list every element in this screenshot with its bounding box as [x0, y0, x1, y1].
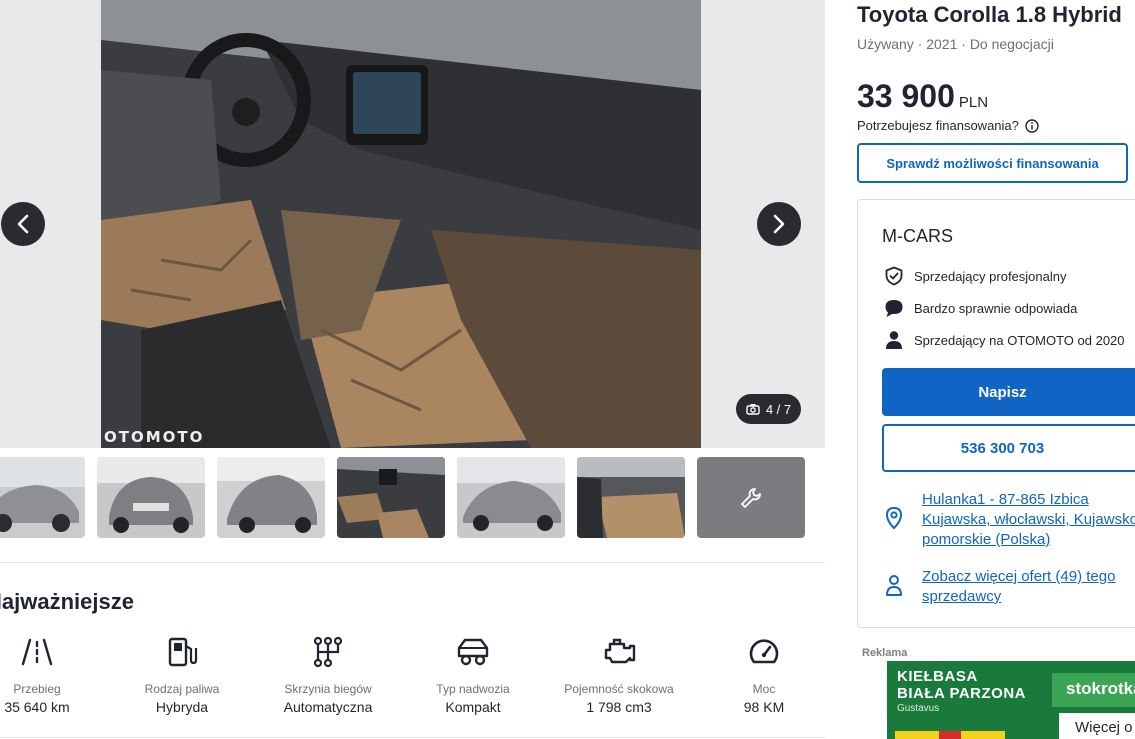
listing-subtitle: Używany · 2021 · Do negocjacji	[857, 36, 1054, 52]
check-financing-button[interactable]: Sprawdź możliwości finansowania	[857, 143, 1128, 183]
seller-location-link[interactable]: Hulanka1 - 87-865 Izbica Kujawska, włocł…	[922, 490, 1135, 550]
location-pin-icon	[885, 506, 903, 530]
seller-badge-text: Sprzedający na OTOMOTO od 2020	[914, 332, 1125, 348]
gauge-icon	[749, 639, 779, 664]
seller-name: M-CARS	[882, 226, 953, 246]
show-phone-button[interactable]: 536 300 703	[882, 424, 1135, 472]
next-photo-button[interactable]	[757, 202, 801, 246]
ad-headline-line2: BIAŁA PARZONA	[897, 685, 1026, 702]
ad-label: Reklama	[862, 647, 908, 659]
spec-label: Rodzaj paliwa	[144, 682, 220, 696]
chevron-left-icon	[17, 214, 29, 234]
more-photos-thumbnail[interactable]	[697, 457, 805, 538]
shield-check-icon	[885, 266, 903, 286]
spec-label: Przebieg	[13, 682, 61, 696]
otomoto-watermark: OTOMOTO	[104, 428, 205, 446]
price: 33 900 PLN	[857, 78, 988, 115]
section-divider	[0, 737, 825, 738]
spec-value: 98 KM	[743, 699, 785, 715]
financing-question-text: Potrzebujesz finansowania?	[857, 118, 1019, 133]
price-amount: 33 900	[857, 78, 955, 114]
thumbnail-image	[337, 457, 445, 538]
info-icon[interactable]	[1025, 118, 1039, 133]
price-currency: PLN	[958, 94, 989, 111]
person-icon	[886, 331, 902, 349]
ad-brand: Gustavus	[897, 703, 940, 714]
spec-value: Automatyczna	[283, 699, 373, 715]
send-message-button[interactable]: Napisz	[882, 368, 1135, 416]
financing-question: Potrzebujesz finansowania?	[857, 118, 1039, 133]
thumbnail[interactable]	[337, 457, 445, 538]
section-divider	[0, 562, 825, 563]
highlights-title: Najważniejsze	[0, 589, 134, 614]
seller-more-offers: Zobacz więcej ofert (49) tego sprzedawcy	[884, 567, 1135, 607]
seller-location: Hulanka1 - 87-865 Izbica Kujawska, włocł…	[884, 490, 1135, 550]
ad-cta[interactable]: Więcej o	[1059, 713, 1135, 739]
highlights-specs: Przebieg 35 640 km Rodzaj paliwa Hybryda…	[0, 636, 825, 716]
photo-gallery: OTOMOTO 4 / 7	[0, 0, 825, 448]
chevron-right-icon	[773, 214, 785, 234]
camera-icon	[746, 404, 760, 415]
spec-power: Moc 98 KM	[699, 636, 829, 715]
seller-badge-text: Bardzo sprawnie odpowiada	[914, 300, 1078, 316]
listing-title: Toyota Corolla 1.8 Hybrid	[857, 2, 1122, 27]
wrench-icon	[741, 487, 761, 508]
ad-product-stripe	[895, 731, 1005, 739]
spec-label: Moc	[752, 682, 776, 696]
main-photo[interactable]	[101, 0, 701, 448]
spec-label: Skrzynia biegów	[284, 682, 372, 696]
fuel-pump-icon	[168, 637, 198, 667]
thumbnail[interactable]	[97, 457, 205, 538]
spec-value: Hybryda	[155, 699, 209, 715]
thumbnail[interactable]	[457, 457, 565, 538]
seller-badge-response: Bardzo sprawnie odpowiada	[884, 298, 1077, 318]
thumbnail-image	[457, 457, 565, 538]
spec-label: Typ nadwozia	[436, 682, 510, 696]
seller-badge-since: Sprzedający na OTOMOTO od 2020	[884, 330, 1125, 350]
thumbnail-image	[97, 457, 205, 538]
ad-shop-logo: stokrotka	[1052, 673, 1135, 707]
person-outline-icon	[886, 575, 902, 596]
thumbnail-image	[0, 457, 85, 538]
photo-counter[interactable]: 4 / 7	[736, 394, 801, 424]
spec-mileage: Przebieg 35 640 km	[0, 636, 102, 715]
ad-headline-line1: KIEŁBASA	[897, 668, 978, 685]
more-offers-link[interactable]: Zobacz więcej ofert (49) tego sprzedawcy	[922, 567, 1135, 607]
spec-fuel: Rodzaj paliwa Hybryda	[117, 636, 247, 715]
thumbnail[interactable]	[577, 457, 685, 538]
gearbox-icon	[313, 636, 343, 668]
thumbnail-image	[217, 457, 325, 538]
engine-icon	[604, 638, 636, 664]
thumbnail-image	[577, 457, 685, 538]
car-body-icon	[457, 638, 489, 666]
thumbnail-strip	[0, 457, 825, 538]
advertisement-banner[interactable]: KIEŁBASA BIAŁA PARZONA Gustavus stokrotk…	[887, 661, 1135, 739]
seller-badge-professional: Sprzedający profesjonalny	[884, 266, 1066, 286]
thumbnail[interactable]	[217, 457, 325, 538]
seller-badge-text: Sprzedający profesjonalny	[914, 268, 1067, 284]
spec-value: 1 798 cm3	[586, 699, 652, 715]
car-interior-illustration	[101, 0, 701, 448]
thumbnail[interactable]	[0, 457, 85, 538]
chat-bubble-icon	[885, 300, 903, 317]
spec-engine-capacity: Pojemność skokowa 1 798 cm3	[554, 636, 684, 715]
spec-gearbox: Skrzynia biegów Automatyczna	[263, 636, 393, 715]
spec-value: 35 640 km	[4, 699, 70, 715]
photo-counter-text: 4 / 7	[765, 401, 792, 417]
road-icon	[21, 638, 53, 666]
spec-label: Pojemność skokowa	[564, 682, 674, 696]
spec-value: Kompakt	[445, 699, 501, 715]
spec-body-type: Typ nadwozia Kompakt	[408, 636, 538, 715]
previous-photo-button[interactable]	[1, 202, 45, 246]
